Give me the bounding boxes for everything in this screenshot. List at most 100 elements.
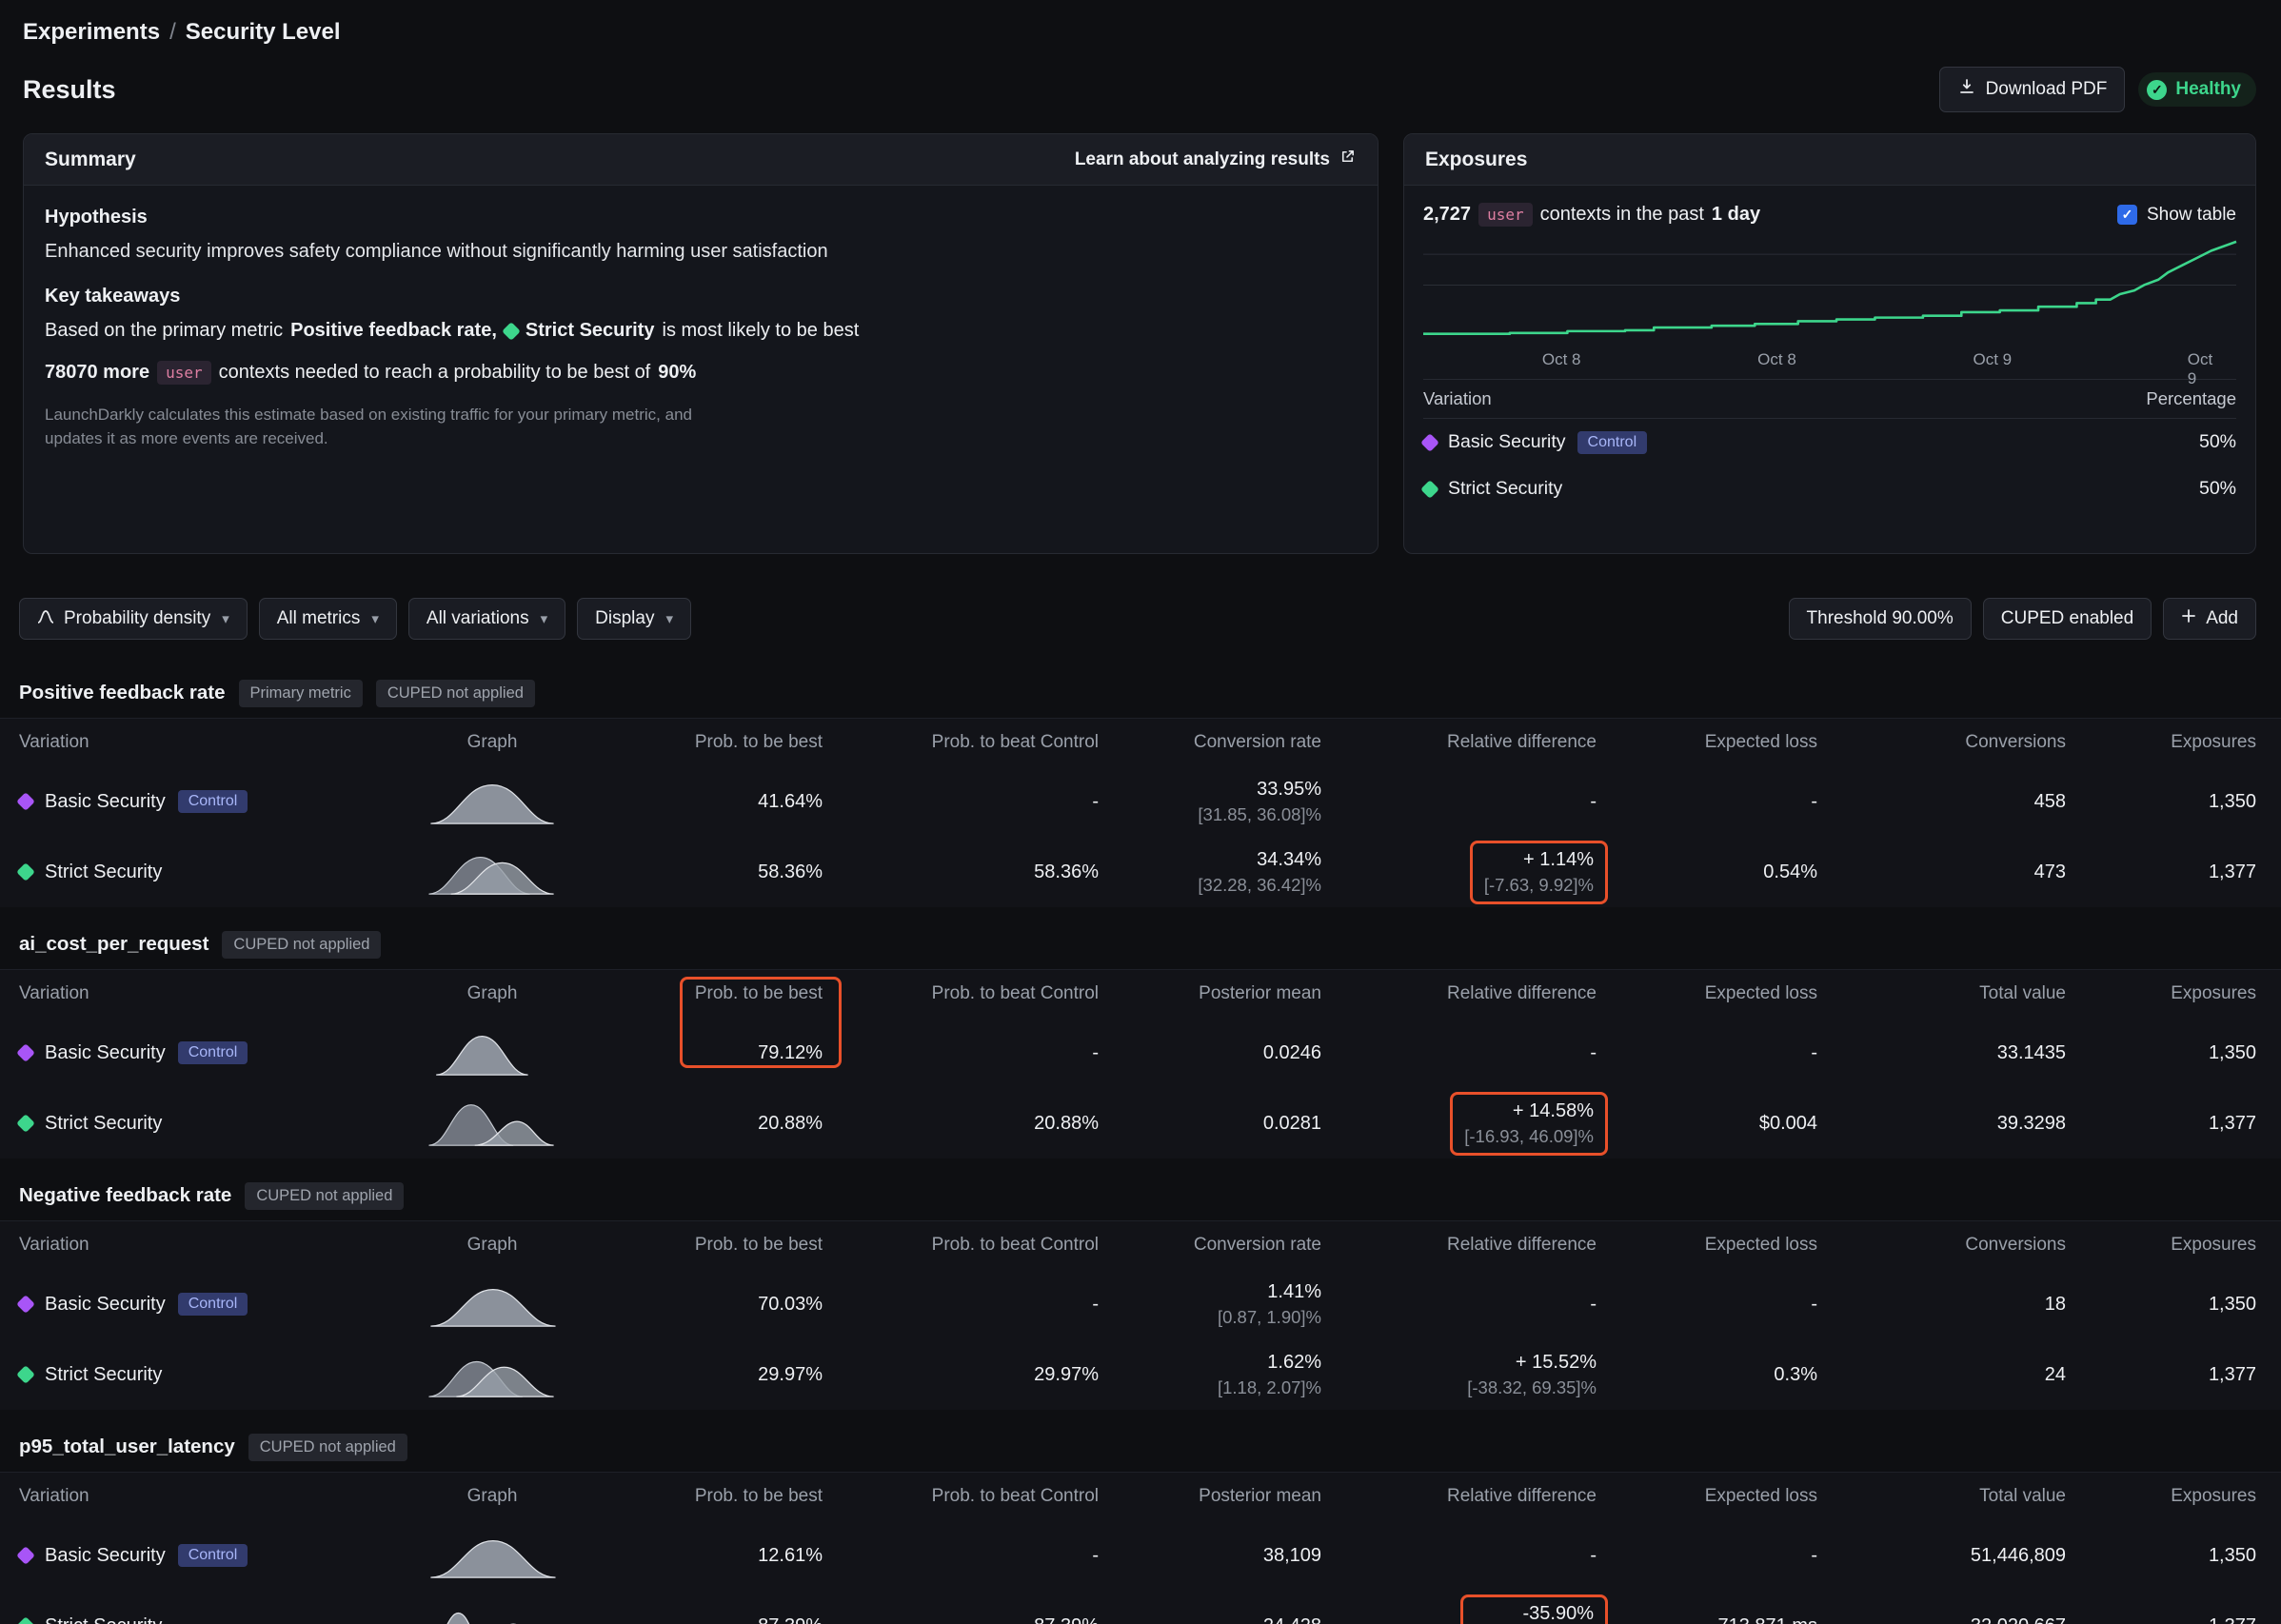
expected-loss-value: -	[1597, 791, 1817, 813]
show-table-toggle[interactable]: ✓ Show table	[2117, 205, 2236, 226]
health-status-label: Healthy	[2175, 79, 2241, 100]
prob-beat-value: 58.36%	[823, 862, 1099, 883]
takeaway-line: Based on the primary metric Positive fee…	[45, 320, 1357, 342]
prob-best-value: 58.36%	[594, 862, 823, 883]
exposures-title: Exposures	[1425, 149, 1527, 171]
table-row: Strict Security 29.97% 29.97% 1.62%[1.18…	[0, 1339, 2281, 1410]
prob-beat-value: -	[823, 1042, 1099, 1064]
show-table-checkbox[interactable]: ✓	[2117, 205, 2137, 225]
exposures-count-text: contexts in the past	[1540, 204, 1704, 226]
variation-name: Basic Security	[45, 1294, 166, 1316]
threshold-button[interactable]: Threshold 90.00%	[1789, 598, 1972, 640]
posterior-mean-value: 24,428	[1099, 1615, 1321, 1624]
learn-about-results-link[interactable]: Learn about analyzing results	[1075, 148, 1357, 171]
col-conversions: Conversions	[1817, 1235, 2066, 1256]
probability-density-dropdown[interactable]: Probability density ▾	[19, 598, 248, 640]
x-tick: Oct 9	[2188, 350, 2220, 388]
strict-security-diamond-icon	[502, 322, 521, 341]
strict-security-diamond-icon	[16, 862, 35, 881]
breadcrumb: Experiments / Security Level	[23, 19, 2256, 46]
metric-title: Negative feedback rate	[19, 1184, 231, 1207]
plus-icon	[2181, 608, 2196, 629]
highlighted-relative-difference: + 1.14%[-7.63, 9.92]%	[1470, 841, 1608, 904]
exposures-value: 1,350	[2066, 1042, 2256, 1064]
density-graph	[390, 1349, 594, 1400]
prob-beat-value: 20.88%	[823, 1113, 1099, 1135]
needed-probability: 90%	[658, 362, 696, 384]
col-expected-loss: Expected loss	[1597, 732, 1817, 753]
breadcrumb-separator: /	[169, 19, 176, 46]
all-variations-dropdown[interactable]: All variations ▾	[408, 598, 565, 640]
prob-beat-value: 29.97%	[823, 1364, 1099, 1386]
x-tick: Oct 8	[1757, 350, 1796, 369]
metric-table-header: Variation Graph Prob. to be best Prob. t…	[0, 1473, 2281, 1520]
display-dropdown[interactable]: Display ▾	[577, 598, 691, 640]
density-graph	[390, 776, 594, 827]
download-pdf-label: Download PDF	[1986, 79, 2108, 100]
rate-ci: [1.18, 2.07]%	[1099, 1377, 1321, 1398]
cuped-not-applied-badge: CUPED not applied	[245, 1182, 404, 1210]
density-graph	[390, 1098, 594, 1149]
exposures-count: 2,727	[1423, 204, 1471, 226]
external-link-icon	[1339, 148, 1357, 171]
results-toolbar: Probability density ▾ All metrics ▾ All …	[0, 583, 2281, 655]
expected-loss-value: $0.004	[1597, 1113, 1817, 1135]
relative-difference-value: -	[1321, 791, 1597, 813]
posterior-mean-value: 0.0246	[1099, 1042, 1321, 1064]
contexts-needed-line: 78070 more user contexts needed to reach…	[45, 361, 1357, 385]
metric-table-header: Variation Graph Prob. to be best Prob. t…	[0, 970, 2281, 1018]
exposures-table-header: Variation Percentage	[1423, 379, 2236, 419]
metric-title: ai_cost_per_request	[19, 933, 208, 956]
metric-title: p95_total_user_latency	[19, 1436, 235, 1458]
rate-ci: [0.87, 1.90]%	[1099, 1307, 1321, 1328]
col-variation: Variation	[19, 1486, 390, 1507]
exposures-value: 1,350	[2066, 791, 2256, 813]
rate-value: 1.41%	[1099, 1281, 1321, 1303]
takeaway-metric-name: Positive feedback rate,	[290, 320, 497, 342]
col-total-value: Total value	[1817, 983, 2066, 1004]
col-variation: Variation	[19, 732, 390, 753]
show-table-label: Show table	[2147, 205, 2236, 226]
highlighted-relative-difference: + 14.58%[-16.93, 46.09]%	[1450, 1092, 1608, 1156]
variation-name: Strict Security	[45, 862, 162, 883]
breadcrumb-parent[interactable]: Experiments	[23, 19, 160, 46]
needed-mid-text: contexts needed to reach a probability t…	[219, 362, 651, 384]
density-graph	[390, 846, 594, 898]
exposures-chart: Oct 8 Oct 8 Oct 9 Oct 9	[1423, 240, 2236, 371]
col-relative-difference: Relative difference	[1321, 1486, 1597, 1507]
density-graph	[390, 1027, 594, 1079]
chevron-down-icon: ▾	[541, 610, 548, 627]
cuped-enabled-button[interactable]: CUPED enabled	[1983, 598, 2152, 640]
col-prob-best: Prob. to be best	[594, 1235, 823, 1256]
table-row: Basic Security Control 12.61% - 38,109 -…	[0, 1520, 2281, 1591]
control-badge: Control	[178, 1041, 248, 1064]
basic-security-diamond-icon	[16, 1546, 35, 1565]
estimate-note: LaunchDarkly calculates this estimate ba…	[45, 404, 711, 450]
table-row: Strict Security 20.88% 20.88% 0.0281 + 1…	[0, 1088, 2281, 1159]
all-metrics-dropdown[interactable]: All metrics ▾	[259, 598, 397, 640]
prob-best-value: 70.03%	[594, 1294, 823, 1316]
takeaway-variation-name: Strict Security	[526, 320, 655, 342]
density-graph	[390, 1278, 594, 1330]
total-value: 51,446,809	[1817, 1545, 2066, 1567]
add-metric-button[interactable]: Add	[2163, 598, 2256, 640]
total-value: 32,020,667	[1817, 1615, 2066, 1624]
strict-security-diamond-icon	[16, 1365, 35, 1384]
metric-table-header: Variation Graph Prob. to be best Prob. t…	[0, 719, 2281, 766]
prob-best-value: 87.39%	[594, 1615, 823, 1624]
download-pdf-button[interactable]: Download PDF	[1939, 67, 2126, 112]
prob-beat-value: -	[823, 791, 1099, 813]
col-prob-beat: Prob. to beat Control	[823, 732, 1099, 753]
cuped-not-applied-badge: CUPED not applied	[248, 1434, 407, 1461]
variation-name: Basic Security	[1448, 431, 1566, 453]
density-graph	[390, 1600, 594, 1624]
percentage-column-header: Percentage	[2146, 388, 2236, 409]
relative-difference-value: -	[1321, 1042, 1597, 1064]
add-label: Add	[2206, 608, 2238, 629]
expected-loss-value: 0.54%	[1597, 862, 1817, 883]
chevron-down-icon: ▾	[371, 610, 379, 627]
display-dropdown-label: Display	[595, 608, 654, 629]
strict-security-diamond-icon	[16, 1616, 35, 1624]
primary-metric-badge: Primary metric	[239, 680, 363, 707]
strict-security-diamond-icon	[16, 1114, 35, 1133]
